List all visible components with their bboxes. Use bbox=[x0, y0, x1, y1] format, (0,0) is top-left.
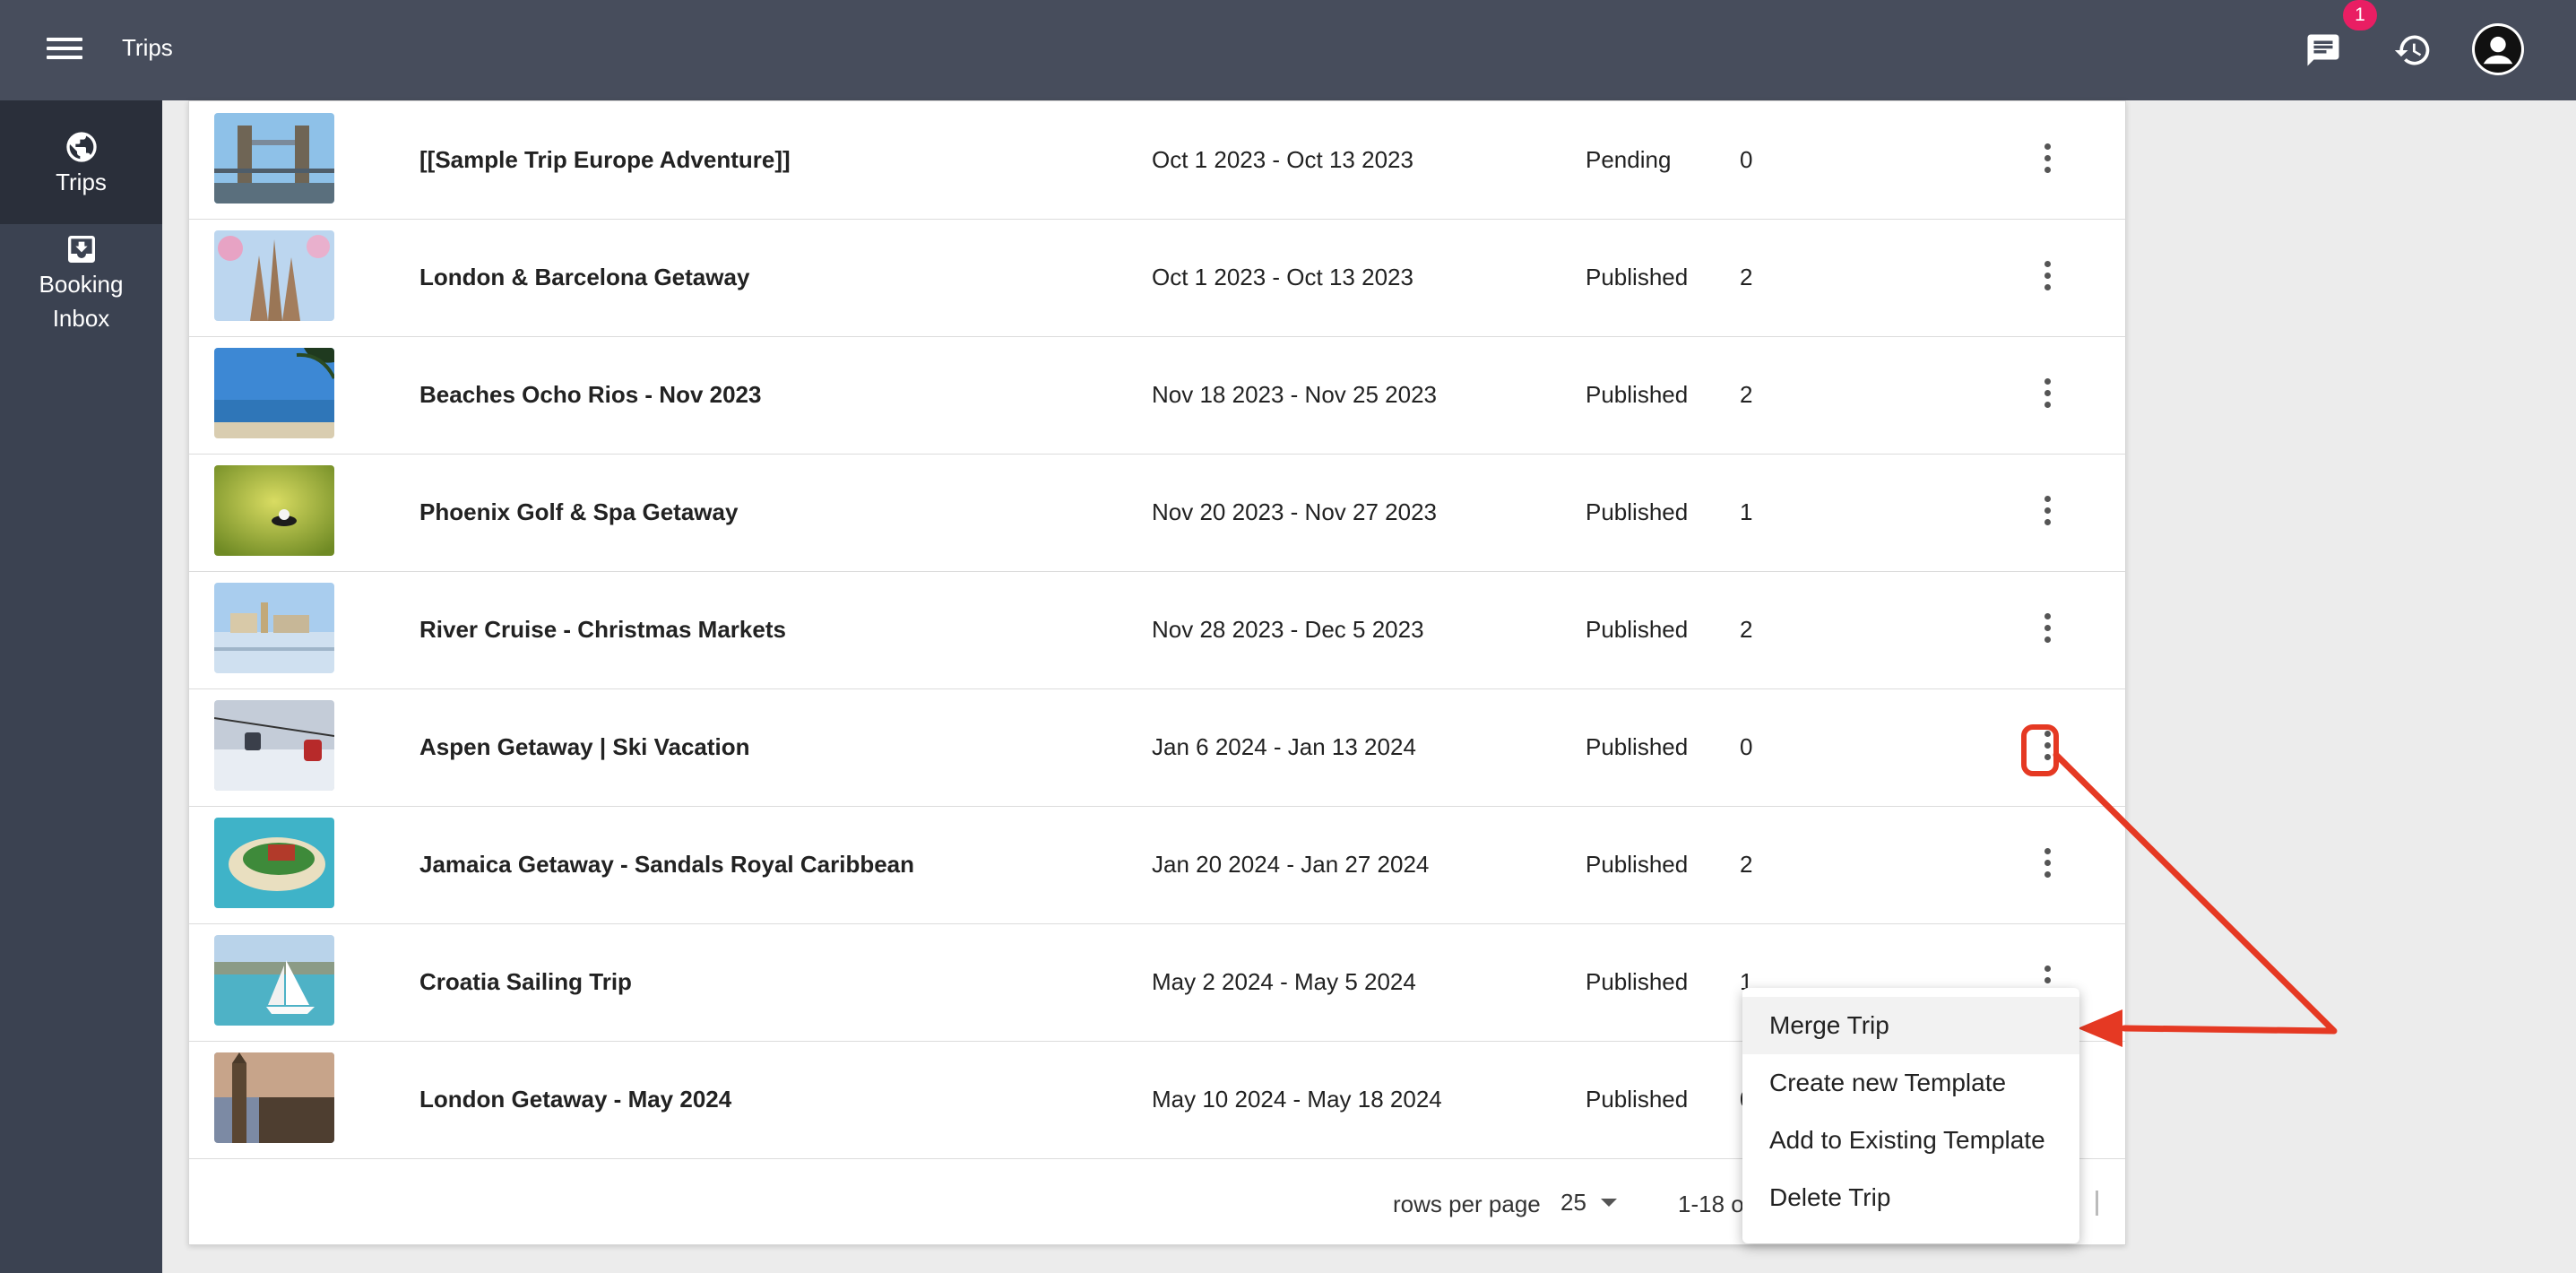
notification-badge: 1 bbox=[2343, 0, 2377, 30]
trip-name[interactable]: [[Sample Trip Europe Adventure]] bbox=[419, 101, 791, 219]
row-context-menu: Merge Trip Create new Template Add to Ex… bbox=[1742, 988, 2079, 1243]
trip-status: Published bbox=[1586, 498, 1689, 525]
account-avatar[interactable] bbox=[2472, 23, 2524, 75]
trip-thumbnail bbox=[214, 583, 334, 673]
sidebar-item-label: Trips bbox=[56, 169, 107, 195]
trip-status: Published bbox=[1586, 1086, 1689, 1113]
table-row[interactable]: Aspen Getaway | Ski Vacation Jan 6 2024 … bbox=[189, 688, 2125, 807]
sidebar-item-label: Inbox bbox=[52, 305, 110, 332]
menu-item-merge-trip[interactable]: Merge Trip bbox=[1742, 997, 2079, 1054]
trip-thumbnail bbox=[214, 113, 334, 204]
inbox-download-icon bbox=[67, 236, 95, 263]
trip-thumbnail bbox=[214, 818, 334, 908]
trip-dates: Oct 1 2023 - Oct 13 2023 bbox=[1152, 264, 1413, 290]
trip-thumbnail bbox=[214, 935, 334, 1026]
more-vert-icon[interactable] bbox=[2025, 253, 2070, 298]
trip-thumbnail bbox=[214, 230, 334, 321]
trip-status: Published bbox=[1586, 733, 1689, 760]
trip-name[interactable]: Croatia Sailing Trip bbox=[419, 923, 632, 1041]
menu-item-create-new-template[interactable]: Create new Template bbox=[1742, 1054, 2079, 1112]
trip-status: Pending bbox=[1586, 146, 1672, 173]
table-row[interactable]: Beaches Ocho Rios - Nov 2023 Nov 18 2023… bbox=[189, 336, 2125, 455]
table-row[interactable]: Phoenix Golf & Spa Getaway Nov 20 2023 -… bbox=[189, 454, 2125, 572]
history-icon[interactable] bbox=[2388, 25, 2438, 75]
rows-per-page-value: 25 bbox=[1560, 1189, 1586, 1216]
trip-thumbnail bbox=[214, 700, 334, 791]
more-vert-icon[interactable] bbox=[2025, 605, 2070, 650]
trip-dates: Nov 28 2023 - Dec 5 2023 bbox=[1152, 616, 1424, 643]
trip-thumbnail bbox=[214, 348, 334, 438]
sidebar-item-booking-inbox[interactable]: Booking Inbox bbox=[0, 231, 162, 348]
trip-count: 2 bbox=[1740, 851, 1753, 878]
trip-status: Published bbox=[1586, 616, 1689, 643]
table-row[interactable]: Jamaica Getaway - Sandals Royal Caribbea… bbox=[189, 806, 2125, 924]
trip-status: Published bbox=[1586, 264, 1689, 290]
menu-item-delete-trip[interactable]: Delete Trip bbox=[1742, 1169, 2079, 1226]
chat-icon[interactable] bbox=[2298, 25, 2348, 75]
more-vert-icon[interactable] bbox=[2025, 488, 2070, 533]
page-title: Trips bbox=[122, 34, 173, 61]
sidebar-item-trips[interactable]: Trips bbox=[0, 100, 162, 224]
menu-item-add-to-existing-template[interactable]: Add to Existing Template bbox=[1742, 1112, 2079, 1169]
trip-name[interactable]: Beaches Ocho Rios - Nov 2023 bbox=[419, 336, 761, 454]
trip-status: Published bbox=[1586, 851, 1689, 878]
annotation-highlight-box bbox=[2021, 724, 2059, 776]
more-vert-icon[interactable] bbox=[2025, 840, 2070, 885]
chevron-down-icon bbox=[1600, 1199, 1617, 1207]
trip-name[interactable]: London & Barcelona Getaway bbox=[419, 219, 749, 336]
trip-count: 0 bbox=[1740, 733, 1753, 760]
last-page-icon[interactable] bbox=[2080, 1187, 2098, 1219]
trip-count: 2 bbox=[1740, 381, 1753, 408]
rows-per-page-label: rows per page bbox=[1393, 1191, 1541, 1217]
more-vert-icon[interactable] bbox=[2025, 135, 2070, 180]
trip-name[interactable]: Jamaica Getaway - Sandals Royal Caribbea… bbox=[419, 806, 914, 923]
trip-dates: Jan 6 2024 - Jan 13 2024 bbox=[1152, 733, 1416, 760]
table-row[interactable]: [[Sample Trip Europe Adventure]] Oct 1 2… bbox=[189, 101, 2125, 220]
trip-name[interactable]: Phoenix Golf & Spa Getaway bbox=[419, 454, 738, 571]
trip-name[interactable]: London Getaway - May 2024 bbox=[419, 1041, 731, 1158]
trip-thumbnail bbox=[214, 1052, 334, 1143]
sidebar-item-label: Booking bbox=[39, 271, 124, 298]
trip-dates: Jan 20 2024 - Jan 27 2024 bbox=[1152, 851, 1430, 878]
trip-count: 0 bbox=[1740, 146, 1753, 173]
trip-name[interactable]: Aspen Getaway | Ski Vacation bbox=[419, 688, 750, 806]
trip-dates: May 10 2024 - May 18 2024 bbox=[1152, 1086, 1442, 1113]
top-app-bar: Trips 1 bbox=[0, 0, 2576, 100]
page-range: 1-18 of bbox=[1678, 1191, 1750, 1217]
trip-count: 2 bbox=[1740, 616, 1753, 643]
rows-per-page-select[interactable]: 25 bbox=[1560, 1189, 1617, 1217]
account-icon bbox=[2475, 26, 2521, 73]
table-row[interactable]: London & Barcelona Getaway Oct 1 2023 - … bbox=[189, 219, 2125, 337]
trip-count: 1 bbox=[1740, 498, 1753, 525]
trip-name[interactable]: River Cruise - Christmas Markets bbox=[419, 571, 786, 688]
trip-thumbnail bbox=[214, 465, 334, 556]
trip-dates: Nov 18 2023 - Nov 25 2023 bbox=[1152, 381, 1437, 408]
table-row[interactable]: River Cruise - Christmas Markets Nov 28 … bbox=[189, 571, 2125, 689]
trip-dates: Nov 20 2023 - Nov 27 2023 bbox=[1152, 498, 1437, 525]
globe-icon bbox=[65, 132, 97, 162]
trip-count: 2 bbox=[1740, 264, 1753, 290]
trip-dates: Oct 1 2023 - Oct 13 2023 bbox=[1152, 146, 1413, 173]
menu-icon[interactable] bbox=[47, 32, 82, 68]
trip-status: Published bbox=[1586, 381, 1689, 408]
trip-dates: May 2 2024 - May 5 2024 bbox=[1152, 968, 1416, 995]
sidebar: Trips Booking Inbox bbox=[0, 100, 162, 1273]
more-vert-icon[interactable] bbox=[2025, 370, 2070, 415]
trip-status: Published bbox=[1586, 968, 1689, 995]
